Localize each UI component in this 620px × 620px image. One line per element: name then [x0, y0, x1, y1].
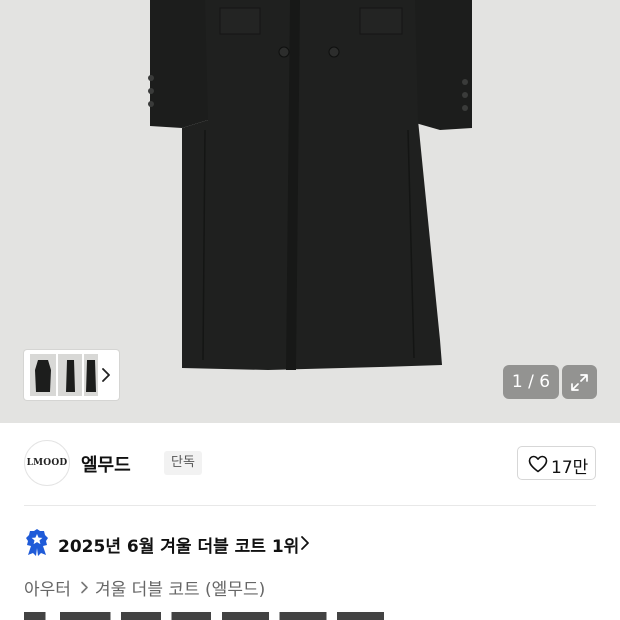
product-image-gallery[interactable]: 1 / 6 [0, 0, 620, 423]
expand-button[interactable] [562, 365, 597, 399]
ranking-text: 2025년 6월 겨울 더블 코트 1위 [58, 537, 300, 557]
brand-name[interactable]: 엘무드 [81, 451, 131, 477]
like-count: 17만 [551, 458, 589, 478]
breadcrumb-item-outer[interactable]: 아우터 [24, 575, 71, 600]
image-counter: 1 / 6 [503, 365, 559, 399]
section-divider [24, 505, 596, 506]
chevron-right-icon[interactable] [99, 363, 113, 387]
brand-row: LMOOD 엘무드 단독 17만 [24, 440, 596, 488]
brand-logo[interactable]: LMOOD [24, 440, 70, 486]
thumbnail-strip[interactable] [24, 350, 119, 400]
exclusive-badge: 단독 [164, 451, 202, 475]
breadcrumb-item-category[interactable]: 겨울 더블 코트 (엘무드) [95, 575, 265, 600]
chevron-right-icon [81, 581, 88, 594]
like-button[interactable]: 17만 [517, 446, 596, 480]
chevron-right-icon [301, 536, 309, 550]
product-title-cropped [24, 612, 384, 620]
thumbnail-coat-back[interactable] [84, 354, 98, 396]
thumbnail-coat-front[interactable] [30, 354, 56, 396]
heart-outline-icon [528, 455, 548, 473]
ranking-link[interactable]: 2025년 6월 겨울 더블 코트 1위 [24, 528, 596, 558]
expand-icon [571, 374, 588, 391]
thumbnail-coat-side[interactable] [58, 354, 82, 396]
medal-star-icon [26, 529, 48, 556]
